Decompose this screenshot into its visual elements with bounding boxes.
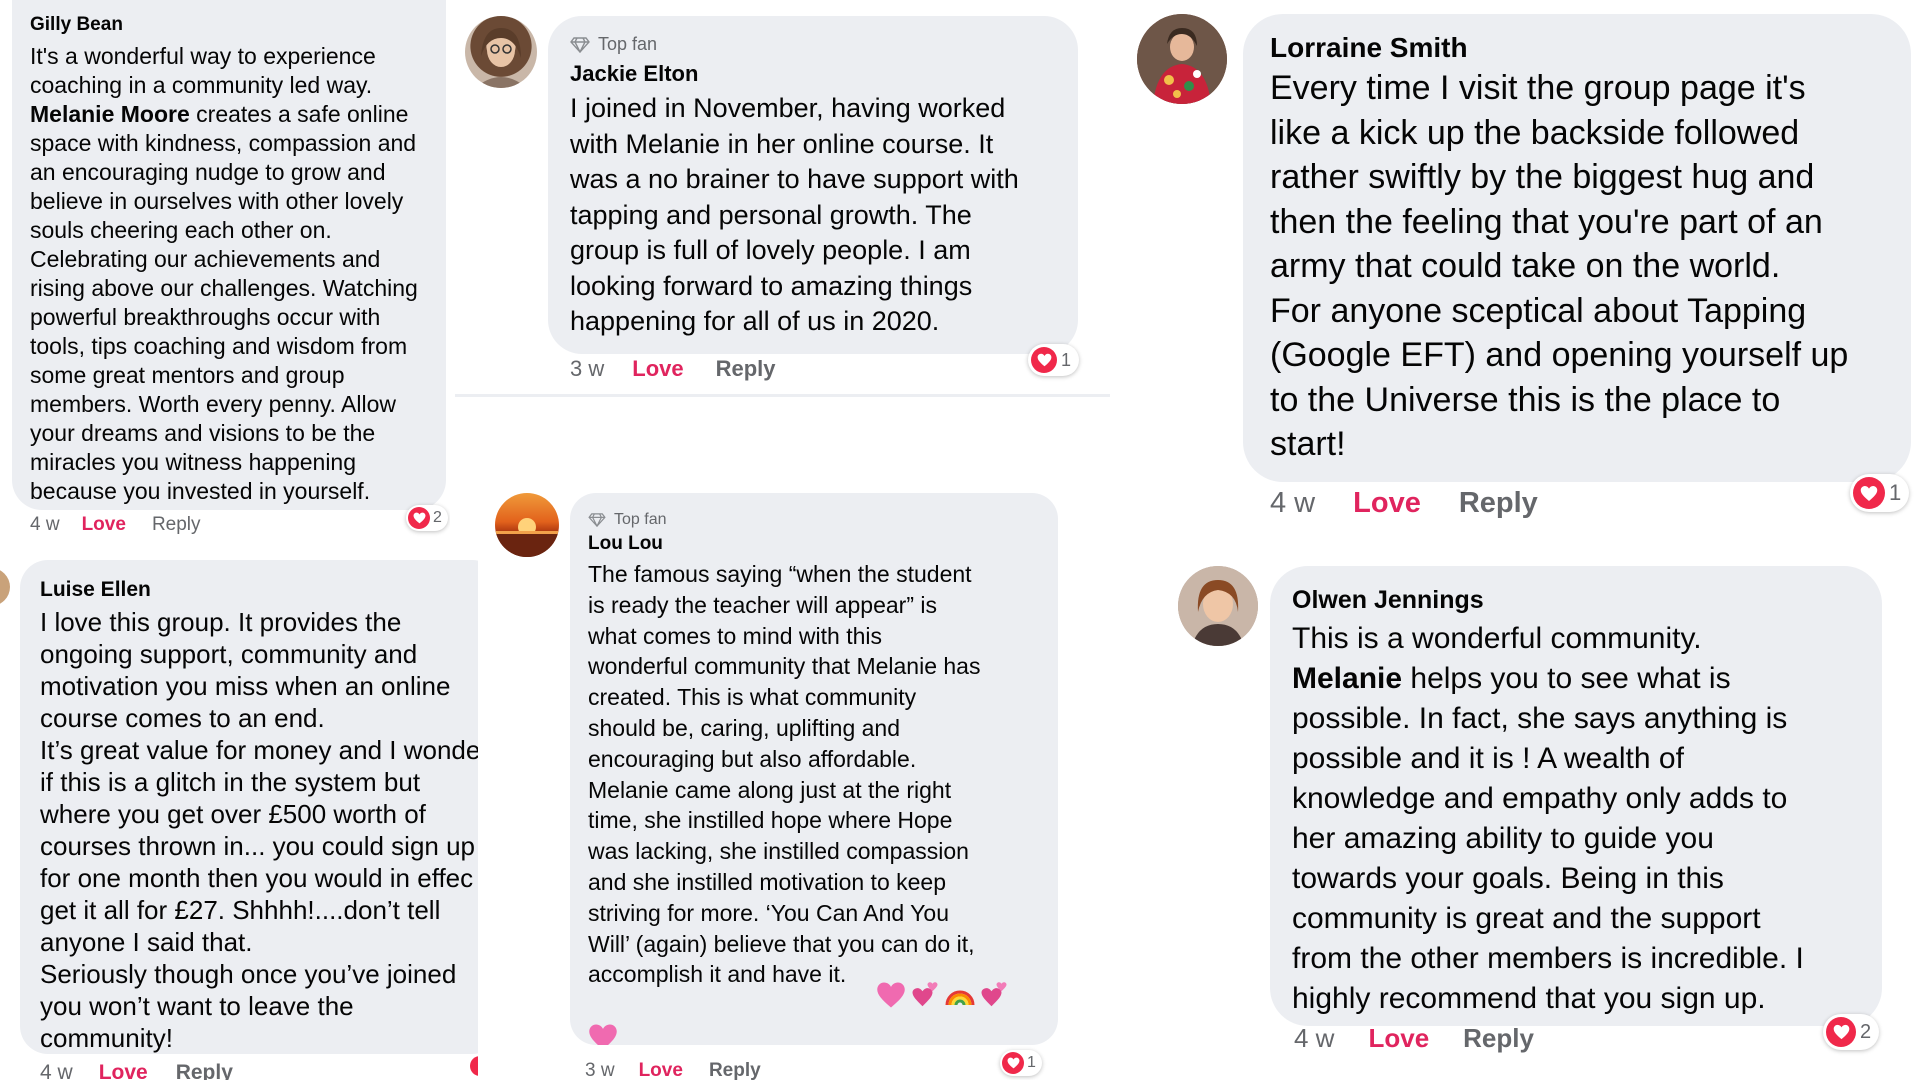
comment-text: It's a wonderful way to experience coach… xyxy=(30,42,446,506)
reaction-number: 2 xyxy=(433,509,442,526)
reply-button[interactable]: Reply xyxy=(716,356,776,382)
top-fan-badge: Top fan xyxy=(570,34,1078,55)
sparkling-heart-emoji-icon xyxy=(877,982,905,1008)
comment-actions: 4 w Love Reply xyxy=(40,1061,233,1080)
commenter-name[interactable]: Jackie Elton xyxy=(570,61,1078,87)
avatar-partial[interactable] xyxy=(0,568,10,606)
love-button[interactable]: Love xyxy=(82,514,126,536)
comment-text: I love this group. It provides the ongoi… xyxy=(40,607,478,1053)
love-button[interactable]: Love xyxy=(99,1061,148,1080)
two-hearts-emoji-icon xyxy=(912,982,938,1007)
avatar[interactable] xyxy=(465,16,537,88)
heart-reaction-icon xyxy=(1031,347,1057,373)
comment-text-part: It's a wonderful way to experience coach… xyxy=(30,43,376,98)
commenter-name[interactable]: Olwen Jennings xyxy=(1292,586,1882,615)
comment-actions: 4 w Love Reply xyxy=(30,514,201,536)
comment-text: This is a wonderful community. Melanie h… xyxy=(1292,619,1882,1019)
reaction-number: 1 xyxy=(1027,1054,1036,1071)
love-button[interactable]: Love xyxy=(1368,1023,1429,1054)
reaction-number: 1 xyxy=(1061,349,1072,370)
commenter-name[interactable]: Gilly Bean xyxy=(30,14,446,36)
love-button[interactable]: Love xyxy=(632,356,683,382)
comment-text-part: This is a wonderful community. xyxy=(1292,622,1702,655)
diamond-icon xyxy=(570,36,590,53)
timestamp[interactable]: 3 w xyxy=(570,356,604,382)
heart-reaction-icon xyxy=(1826,1017,1856,1047)
person-avatar-icon xyxy=(1178,566,1258,646)
comment-actions: 4 w Love Reply xyxy=(1294,1023,1534,1054)
avatar[interactable] xyxy=(1137,14,1227,104)
reaction-number: 2 xyxy=(1860,1020,1872,1043)
two-hearts-emoji-icon xyxy=(981,982,1007,1007)
comment-actions: 3 w Love Reply xyxy=(570,356,776,382)
reaction-count[interactable]: 2 xyxy=(1823,1014,1880,1050)
reaction-number: 1 xyxy=(1889,480,1902,505)
timestamp[interactable]: 4 w xyxy=(30,514,60,536)
commenter-name[interactable]: Lorraine Smith xyxy=(1270,32,1911,64)
emoji-row-2 xyxy=(588,1023,618,1045)
top-fan-label: Top fan xyxy=(614,511,667,528)
reaction-count[interactable]: 1 xyxy=(1028,344,1080,376)
comment-text: Every time I visit the group page it's l… xyxy=(1270,69,1849,463)
comment-panel-jackie: Top fan Jackie Elton I joined in Novembe… xyxy=(455,0,1110,400)
heart-reaction-icon xyxy=(408,507,430,529)
comment-text-part: creates a safe online space with kindnes… xyxy=(30,101,418,504)
comment-actions: 4 w Love Reply xyxy=(1270,487,1538,520)
comment-panel-luise: Luise Ellen I love this group. It provid… xyxy=(0,548,478,1080)
comment-text-part: helps you to see what is possible. In fa… xyxy=(1292,662,1804,1015)
sparkling-heart-emoji-icon xyxy=(589,1024,617,1045)
tagged-name-link[interactable]: Melanie xyxy=(1292,662,1402,695)
reply-button[interactable]: Reply xyxy=(1459,487,1538,520)
tagged-name-link[interactable]: Melanie Moore xyxy=(30,101,190,127)
reply-button[interactable]: Reply xyxy=(1463,1023,1534,1054)
avatar[interactable] xyxy=(495,493,559,557)
comment-bubble: Olwen Jennings This is a wonderful commu… xyxy=(1270,566,1882,1026)
rainbow-emoji-icon xyxy=(945,990,975,1006)
sunset-avatar-icon xyxy=(495,518,559,557)
comment-panel-loulou: Top fan Lou Lou The famous saying “when … xyxy=(485,480,1085,1080)
reply-button[interactable]: Reply xyxy=(152,514,201,536)
comment-panel-lorraine: Lorraine Smith Every time I visit the gr… xyxy=(1125,0,1920,540)
reaction-count[interactable]: 2 xyxy=(406,505,448,531)
comment-text: I joined in November, having worked with… xyxy=(570,93,1019,336)
person-avatar-icon xyxy=(475,28,527,88)
heart-reaction-icon[interactable] xyxy=(470,1056,478,1076)
reply-button[interactable]: Reply xyxy=(176,1061,233,1080)
timestamp[interactable]: 4 w xyxy=(1270,487,1315,520)
reaction-count[interactable]: 1 xyxy=(1850,474,1910,512)
person-avatar-icon xyxy=(1137,14,1227,104)
comment-panel-gilly: Gilly Bean It's a wonderful way to exper… xyxy=(0,0,450,545)
top-fan-badge: Top fan xyxy=(588,511,1058,529)
emoji-row xyxy=(876,981,1009,1009)
comment-panel-olwen: Olwen Jennings This is a wonderful commu… xyxy=(1160,548,1920,1080)
comment-bubble: Top fan Jackie Elton I joined in Novembe… xyxy=(548,16,1078,354)
comment-bubble: Lorraine Smith Every time I visit the gr… xyxy=(1243,14,1911,482)
love-button[interactable]: Love xyxy=(639,1060,683,1080)
timestamp[interactable]: 3 w xyxy=(585,1060,615,1080)
comment-actions: 3 w Love Reply xyxy=(585,1060,761,1080)
divider xyxy=(455,394,1110,397)
comment-text: The famous saying “when the student is r… xyxy=(588,561,981,988)
diamond-icon xyxy=(588,513,606,527)
love-button[interactable]: Love xyxy=(1353,487,1421,520)
heart-reaction-icon xyxy=(1853,477,1885,509)
top-fan-label: Top fan xyxy=(598,34,658,54)
reaction-count[interactable]: 1 xyxy=(1000,1050,1042,1076)
reply-button[interactable]: Reply xyxy=(709,1060,761,1080)
timestamp[interactable]: 4 w xyxy=(1294,1023,1334,1054)
timestamp[interactable]: 4 w xyxy=(40,1061,73,1080)
comment-bubble: Luise Ellen I love this group. It provid… xyxy=(20,560,478,1054)
avatar[interactable] xyxy=(1178,566,1258,646)
heart-reaction-icon xyxy=(1002,1052,1024,1074)
commenter-name[interactable]: Lou Lou xyxy=(588,533,1058,555)
comment-bubble: Gilly Bean It's a wonderful way to exper… xyxy=(12,0,446,510)
commenter-name[interactable]: Luise Ellen xyxy=(40,578,478,602)
comment-bubble: Top fan Lou Lou The famous saying “when … xyxy=(570,493,1058,1045)
